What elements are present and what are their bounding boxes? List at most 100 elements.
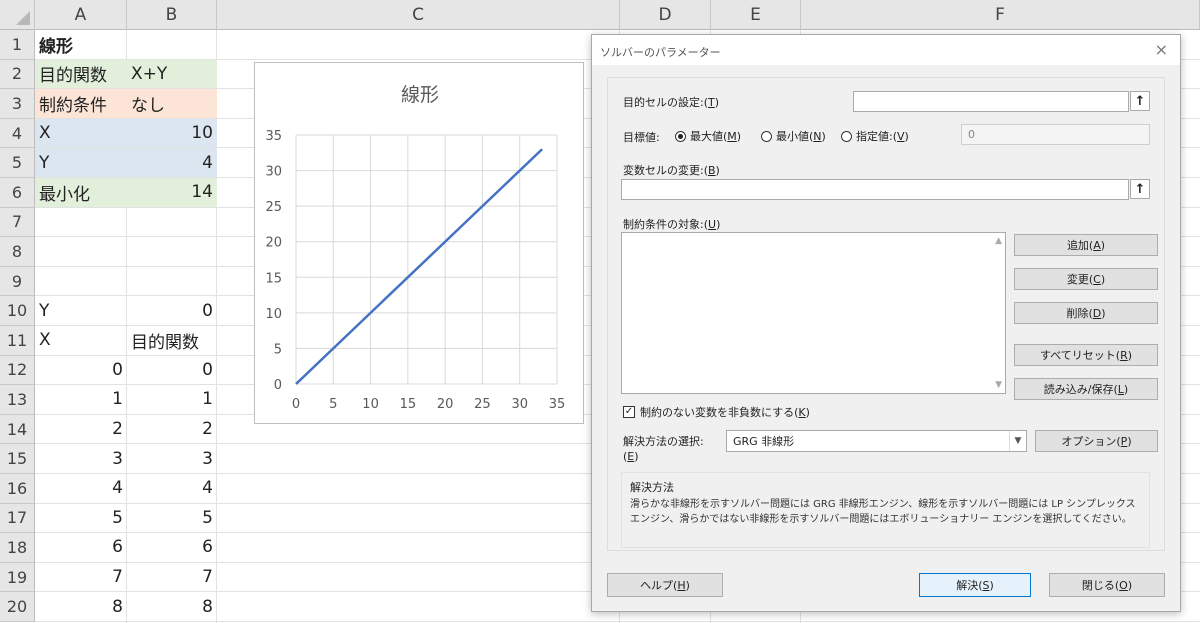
scroll-down-icon[interactable]: ▼ xyxy=(995,380,1002,390)
row-header[interactable]: 7 xyxy=(0,207,35,238)
y-tick-label: 10 xyxy=(265,307,282,322)
cell-a4[interactable]: X xyxy=(35,118,127,148)
radio-max[interactable]: 最大値(M) xyxy=(675,128,741,144)
cell-b7[interactable] xyxy=(127,208,217,237)
cell-a10[interactable]: Y xyxy=(35,296,127,325)
constraints-list[interactable]: ▲ ▼ xyxy=(621,232,1006,394)
cell-a13[interactable]: 1 xyxy=(35,385,127,414)
nonnegative-checkbox[interactable]: ✓ 制約のない変数を非負数にする(K) xyxy=(623,404,810,420)
cell-b8[interactable] xyxy=(127,237,217,266)
load-save-button[interactable]: 読み込み/保存(L) xyxy=(1014,378,1158,400)
options-button[interactable]: オプション(P) xyxy=(1035,430,1158,452)
row-header[interactable]: 18 xyxy=(0,533,35,563)
cell-a3[interactable]: 制約条件 xyxy=(35,89,127,118)
column-header-f[interactable]: F xyxy=(801,0,1200,30)
cell-b19[interactable]: 7 xyxy=(127,563,217,592)
cell-a11[interactable]: X xyxy=(35,326,127,355)
cell-b4[interactable]: 10 xyxy=(127,118,217,148)
objective-cell-input[interactable] xyxy=(853,91,1129,112)
cell-a18[interactable]: 6 xyxy=(35,533,127,562)
reset-all-button[interactable]: すべてリセット(R) xyxy=(1014,344,1158,366)
cell-b12[interactable]: 0 xyxy=(127,356,217,385)
cell-a17[interactable]: 5 xyxy=(35,504,127,533)
close-icon[interactable]: × xyxy=(1155,40,1168,59)
row-header[interactable]: 13 xyxy=(0,385,35,415)
objective-ref-arrow-icon[interactable]: ↑ xyxy=(1130,91,1150,111)
cell-a8[interactable] xyxy=(35,237,127,266)
column-header-e[interactable]: E xyxy=(711,0,801,30)
line-chart[interactable]: 線形 0 5 10 15 20 25 30 35 0 5 10 15 20 25 30 35 xyxy=(254,62,584,424)
radio-value[interactable]: 指定値:(V) xyxy=(841,128,909,144)
row-header[interactable]: 5 xyxy=(0,148,35,178)
cell-b13[interactable]: 1 xyxy=(127,385,217,414)
check-icon: ✓ xyxy=(623,406,635,418)
row-header[interactable]: 4 xyxy=(0,118,35,149)
cell-b16[interactable]: 4 xyxy=(127,474,217,503)
cell-b5[interactable]: 4 xyxy=(127,148,217,177)
cell-b10[interactable]: 0 xyxy=(127,296,217,325)
cell-a14[interactable]: 2 xyxy=(35,415,127,444)
solve-button[interactable]: 解決(S) xyxy=(919,573,1031,597)
cell-b20[interactable]: 8 xyxy=(127,592,217,621)
chevron-down-icon[interactable]: ▼ xyxy=(1009,431,1026,451)
cell-b11[interactable]: 目的関数 xyxy=(127,326,217,355)
variable-ref-arrow-icon[interactable]: ↑ xyxy=(1130,179,1150,199)
cell-a5[interactable]: Y xyxy=(35,148,127,177)
close-button[interactable]: 閉じる(O) xyxy=(1049,573,1165,597)
change-constraint-button[interactable]: 変更(C) xyxy=(1014,268,1158,290)
description-title: 解決方法 xyxy=(630,481,674,494)
column-header-a[interactable]: A xyxy=(35,0,127,30)
row-header[interactable]: 20 xyxy=(0,592,35,622)
radio-min[interactable]: 最小値(N) xyxy=(761,128,826,144)
cell-b2[interactable]: X+Y xyxy=(127,59,217,89)
row-header[interactable]: 14 xyxy=(0,414,35,445)
row-header[interactable]: 17 xyxy=(0,503,35,534)
variable-label: 変数セルの変更:(B) xyxy=(623,164,720,177)
cell-a19[interactable]: 7 xyxy=(35,563,127,592)
row-header[interactable]: 8 xyxy=(0,237,35,267)
variable-cells-input[interactable] xyxy=(621,179,1129,200)
cell-a1[interactable]: 線形 xyxy=(35,30,127,59)
delete-constraint-button[interactable]: 削除(D) xyxy=(1014,302,1158,324)
cell-b3[interactable]: なし xyxy=(127,89,217,118)
dialog-titlebar[interactable]: ソルバーのパラメーター × xyxy=(592,35,1180,65)
select-all-corner[interactable] xyxy=(0,0,35,30)
row-header[interactable]: 2 xyxy=(0,59,35,90)
target-value-input[interactable]: 0 xyxy=(961,124,1150,145)
column-header-b[interactable]: B xyxy=(127,0,217,30)
constraints-label: 制約条件の対象:(U) xyxy=(623,218,721,231)
column-header-c[interactable]: C xyxy=(217,0,620,30)
cell-b18[interactable]: 6 xyxy=(127,533,217,562)
help-button[interactable]: ヘルプ(H) xyxy=(607,573,723,597)
row-header[interactable]: 12 xyxy=(0,355,35,386)
row-header[interactable]: 16 xyxy=(0,474,35,504)
row-header[interactable]: 6 xyxy=(0,178,35,208)
cell-a12[interactable]: 0 xyxy=(35,356,127,385)
row-header[interactable]: 1 xyxy=(0,30,35,60)
cell-a2[interactable]: 目的関数 xyxy=(35,59,127,89)
row-header[interactable]: 3 xyxy=(0,89,35,119)
cell-b6[interactable]: 14 xyxy=(127,178,217,207)
row-header[interactable]: 11 xyxy=(0,326,35,356)
cell-a20[interactable]: 8 xyxy=(35,592,127,621)
cell-a9[interactable] xyxy=(35,267,127,296)
cell-b9[interactable] xyxy=(127,267,217,296)
cell-a15[interactable]: 3 xyxy=(35,444,127,473)
scroll-up-icon[interactable]: ▲ xyxy=(995,236,1002,246)
column-header-d[interactable]: D xyxy=(620,0,711,30)
cell-b14[interactable]: 2 xyxy=(127,415,217,444)
solving-method-select[interactable]: GRG 非線形 ▼ xyxy=(726,430,1027,452)
row-header[interactable]: 10 xyxy=(0,296,35,326)
cell-a16[interactable]: 4 xyxy=(35,474,127,503)
row-header[interactable]: 9 xyxy=(0,266,35,297)
row-header[interactable]: 15 xyxy=(0,444,35,474)
cell-a6[interactable]: 最小化 xyxy=(35,178,127,207)
cell-a7[interactable] xyxy=(35,208,127,237)
dialog-title: ソルバーのパラメーター xyxy=(600,46,721,59)
cell-b1[interactable] xyxy=(127,30,217,59)
cell-b15[interactable]: 3 xyxy=(127,444,217,473)
radio-max-circle-icon xyxy=(675,130,686,142)
cell-b17[interactable]: 5 xyxy=(127,504,217,533)
add-constraint-button[interactable]: 追加(A) xyxy=(1014,234,1158,256)
row-header[interactable]: 19 xyxy=(0,562,35,593)
